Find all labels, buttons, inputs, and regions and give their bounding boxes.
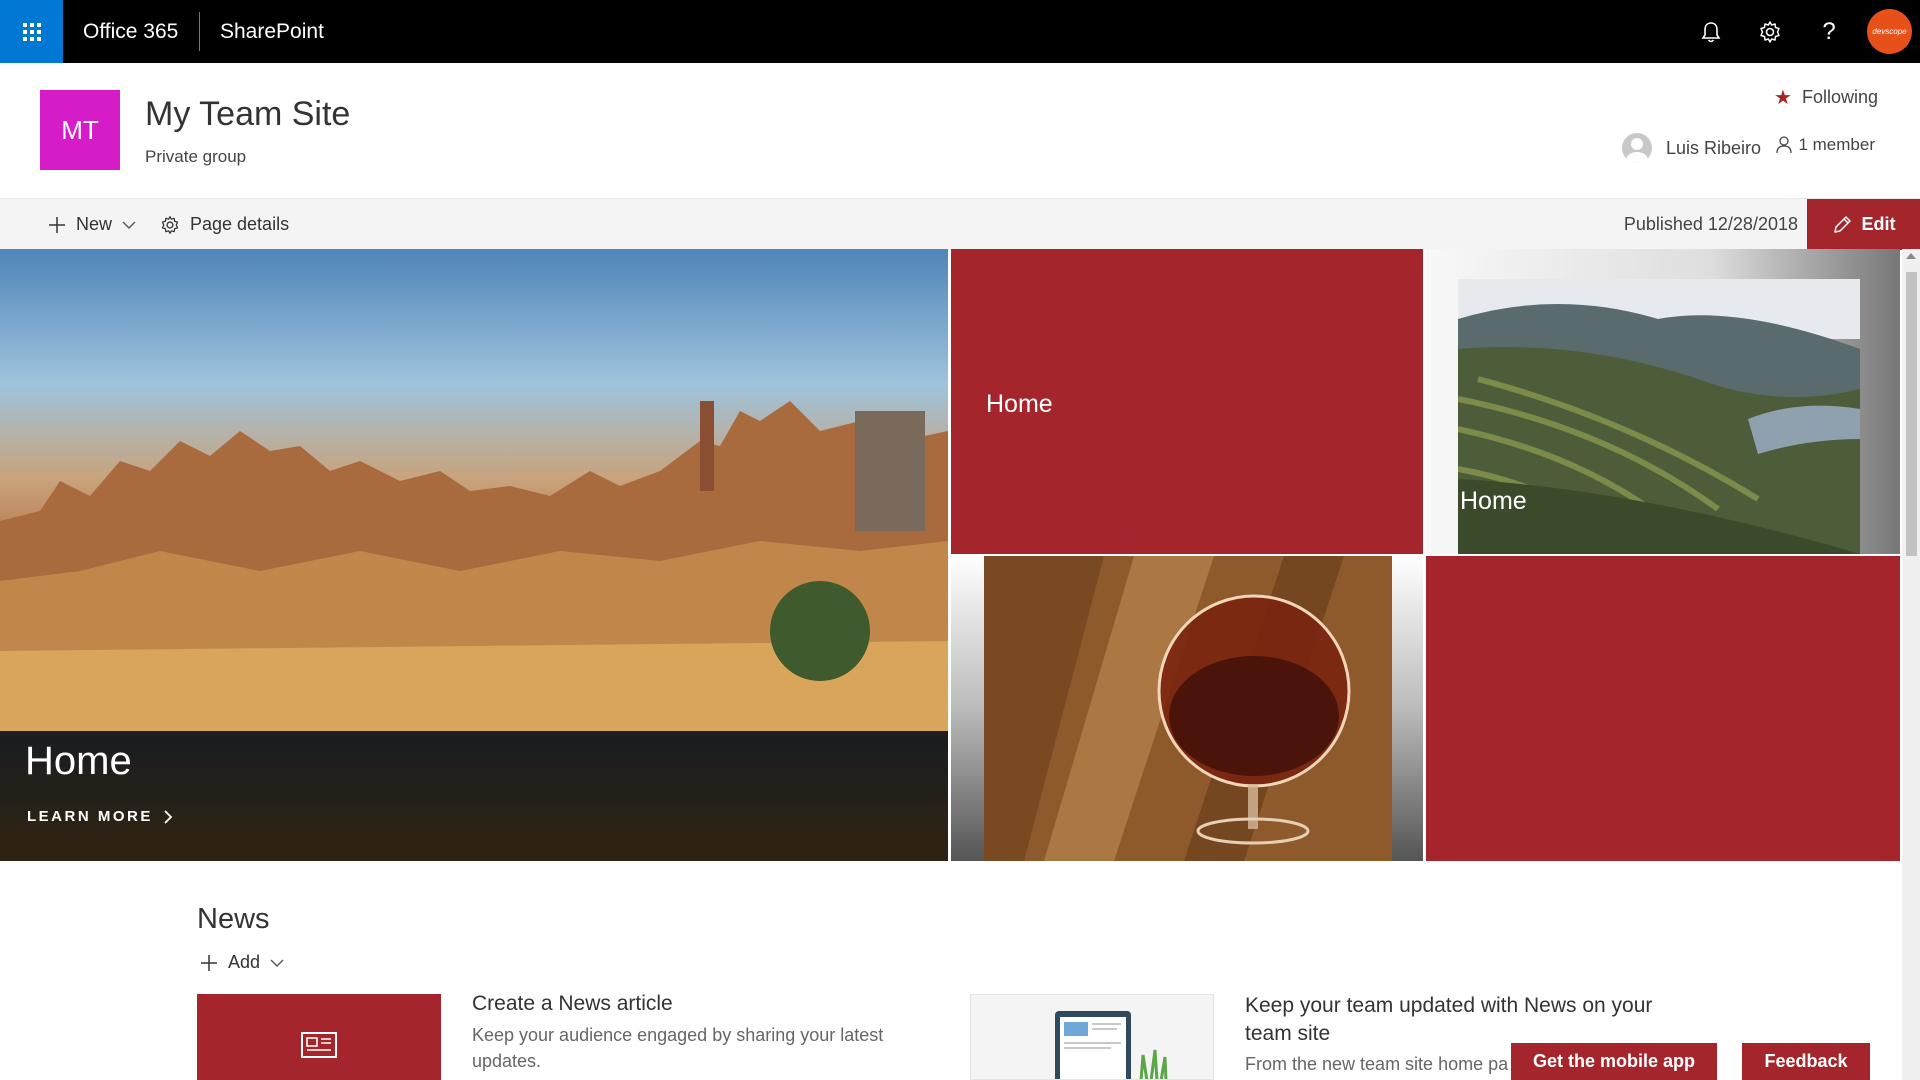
- news-card1-text: Keep your audience engaged by sharing yo…: [472, 1025, 884, 1071]
- news-add-button[interactable]: Add: [200, 952, 284, 973]
- gear-icon: [1760, 20, 1780, 43]
- hero-main-tile[interactable]: Home LEARN MORE: [0, 249, 948, 861]
- tablet-illustration-icon: [1055, 1011, 1168, 1079]
- plus-icon: [201, 954, 217, 971]
- hero-tile-1-title: Home: [986, 390, 1053, 418]
- brand-divider: [199, 12, 200, 51]
- learn-more-label: LEARN MORE: [27, 808, 153, 825]
- help-button[interactable]: ?: [1801, 0, 1857, 63]
- hero-main-title: Home: [25, 739, 132, 783]
- news-add-label: Add: [228, 952, 261, 972]
- settings-button[interactable]: [1742, 0, 1798, 63]
- group-owner[interactable]: Luis Ribeiro: [1622, 133, 1761, 163]
- sharepoint-link[interactable]: SharePoint: [220, 0, 324, 63]
- following-label: Following: [1801, 87, 1878, 107]
- pencil-icon: [1833, 215, 1851, 233]
- help-icon: ?: [1822, 17, 1836, 45]
- notifications-button[interactable]: [1683, 0, 1739, 63]
- suite-bar: Office 365 SharePoint ? devscope: [0, 0, 1920, 63]
- site-privacy-label: Private group: [145, 147, 247, 166]
- scroll-up-arrow-icon[interactable]: [1906, 253, 1916, 259]
- hero-tile-2-title: Home: [1460, 487, 1527, 515]
- plus-icon: [49, 216, 65, 233]
- chevron-down-icon: [122, 221, 136, 229]
- city-photo: [0, 401, 948, 731]
- wine-glass-photo: [984, 556, 1392, 861]
- news-card1-heading[interactable]: Create a News article: [472, 992, 673, 1016]
- members-button[interactable]: 1 member: [1776, 135, 1875, 155]
- get-mobile-app-button[interactable]: Get the mobile app: [1511, 1043, 1717, 1080]
- hero-section: Home LEARN MORE Home Home: [0, 249, 1920, 861]
- site-logo[interactable]: MT: [40, 90, 120, 170]
- news-section-title: News: [197, 903, 270, 935]
- hero-tile-1[interactable]: Home: [951, 249, 1423, 554]
- command-bar: New Page details Published 12/28/2018 Ed…: [0, 198, 1920, 250]
- star-icon: ★: [1774, 87, 1792, 109]
- site-title[interactable]: My Team Site: [145, 95, 350, 134]
- new-label: New: [76, 214, 113, 234]
- news-card2-heading[interactable]: Keep your team updated with News on your…: [1245, 992, 1685, 1048]
- newspaper-icon: [301, 1032, 337, 1058]
- account-avatar[interactable]: devscope: [1867, 9, 1912, 54]
- hero-tile-3[interactable]: [951, 556, 1423, 861]
- learn-more-link[interactable]: LEARN MORE: [27, 808, 173, 825]
- office-365-link[interactable]: Office 365: [83, 0, 178, 63]
- news-placeholder-image[interactable]: [197, 994, 441, 1080]
- members-count: 1 member: [1798, 135, 1875, 154]
- chevron-down-icon: [270, 959, 284, 967]
- news-card2-text: From the new team site home pa: [1245, 1054, 1509, 1074]
- bell-icon: [1701, 21, 1721, 42]
- hero-tile-2[interactable]: Home: [1426, 249, 1900, 554]
- owner-name: Luis Ribeiro: [1666, 137, 1762, 158]
- chevron-right-icon: [164, 809, 173, 824]
- waffle-icon: [22, 22, 41, 41]
- edit-label: Edit: [1861, 214, 1896, 234]
- following-button[interactable]: ★ Following: [1774, 85, 1878, 110]
- person-avatar-icon: [1622, 133, 1652, 163]
- site-header: MT My Team Site Private group ★ Followin…: [0, 63, 1920, 198]
- person-icon: [1776, 136, 1793, 154]
- news-mobile-preview-image[interactable]: [970, 994, 1214, 1080]
- feedback-button[interactable]: Feedback: [1742, 1043, 1870, 1080]
- published-status: Published 12/28/2018: [1623, 214, 1798, 234]
- hero-tile-4[interactable]: [1426, 556, 1900, 861]
- gear-icon: [161, 215, 179, 234]
- page-details-label: Page details: [190, 214, 290, 234]
- app-launcher-button[interactable]: [0, 0, 63, 63]
- page-details-button[interactable]: Page details: [160, 199, 289, 250]
- edit-button[interactable]: Edit: [1807, 199, 1920, 250]
- new-button[interactable]: New: [48, 199, 136, 250]
- scrollbar-thumb[interactable]: [1906, 272, 1917, 556]
